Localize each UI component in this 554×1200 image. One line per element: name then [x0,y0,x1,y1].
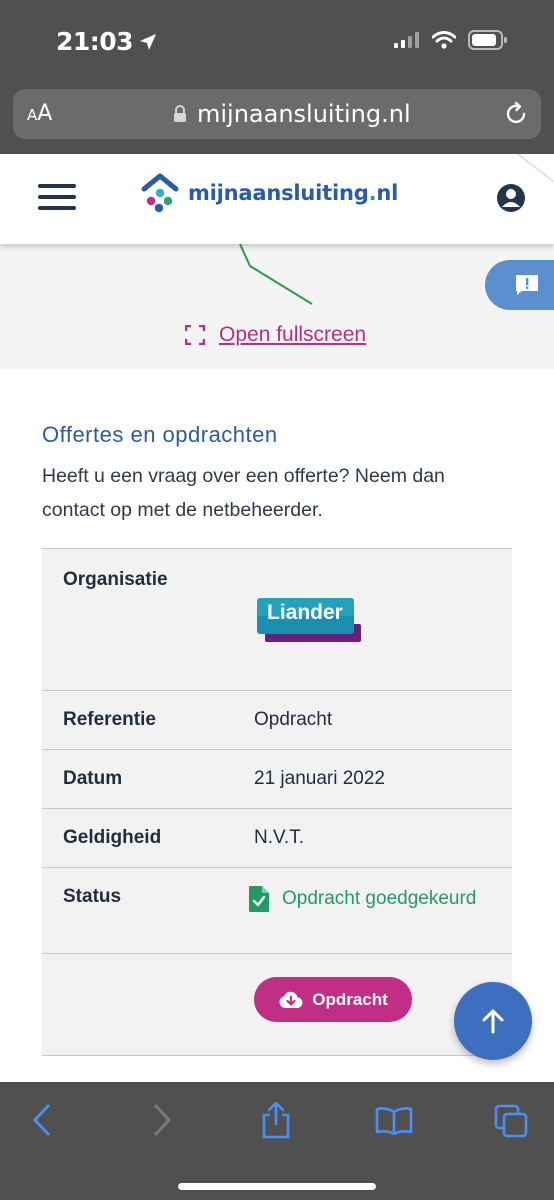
cellular-signal-icon [394,32,419,48]
site-logo[interactable]: mijnaansluiting.nl [140,172,398,214]
menu-icon[interactable] [38,184,76,210]
address-bar[interactable]: AA mijnaansluiting.nl [13,89,541,139]
reload-icon[interactable] [503,101,529,127]
table-row-organisatie: Organisatie Liander [42,549,512,691]
status-badge: Opdracht goedgekeurd [248,885,476,913]
browser-top-chrome: 21:03 AA mijnaansluiting.nl [0,0,554,154]
table-row-status: Status Opdracht goedgekeurd [42,868,512,954]
location-arrow-icon [140,33,157,50]
section-intro: Heeft u een vraag over een offerte? Neem… [42,465,445,521]
scroll-to-top-button[interactable] [454,982,532,1060]
status-time: 21:03 [56,27,157,56]
cloud-download-icon [279,991,303,1008]
logo-house-icon [141,173,179,213]
lock-icon [174,105,186,122]
tabs-icon[interactable] [494,1104,528,1138]
arrow-up-icon [482,1009,504,1034]
table-row-datum: Datum 21 januari 2022 [42,750,512,809]
table-row-download: Opdracht [42,954,512,1056]
quotes-orders-section: Offertes en opdrachten Heeft u een vraag… [0,369,554,1082]
share-icon[interactable] [260,1100,292,1140]
section-title: Offertes en opdrachten [42,422,278,447]
feedback-message-icon [516,275,538,295]
liander-logo: Liander [257,596,361,649]
feedback-button[interactable] [485,260,554,310]
map-route-line [239,243,313,305]
fullscreen-icon [185,325,205,345]
battery-icon [468,30,507,50]
url-display[interactable]: mijnaansluiting.nl [173,100,411,128]
home-indicator [178,1183,376,1190]
order-details-table: Organisatie Liander Referentie Opdracht … [42,548,512,1056]
map-area [0,243,554,369]
table-row-geldigheid: Geldigheid N.V.T. [42,809,512,868]
forward-icon[interactable] [150,1102,174,1138]
wifi-icon [432,31,456,49]
download-opdracht-button[interactable]: Opdracht [254,977,412,1022]
bookmarks-icon[interactable] [375,1106,413,1136]
status-icons [394,30,508,50]
text-size-button[interactable]: AA [27,101,52,126]
back-icon[interactable] [30,1102,54,1138]
table-row-referentie: Referentie Opdracht [42,691,512,750]
approved-document-icon [249,886,269,912]
account-icon[interactable] [496,183,526,213]
logo-text: mijnaansluiting.nl [188,181,399,205]
site-header: mijnaansluiting.nl [0,154,554,244]
map-line-decoration [517,154,554,183]
open-fullscreen-link[interactable]: Open fullscreen [185,323,366,347]
